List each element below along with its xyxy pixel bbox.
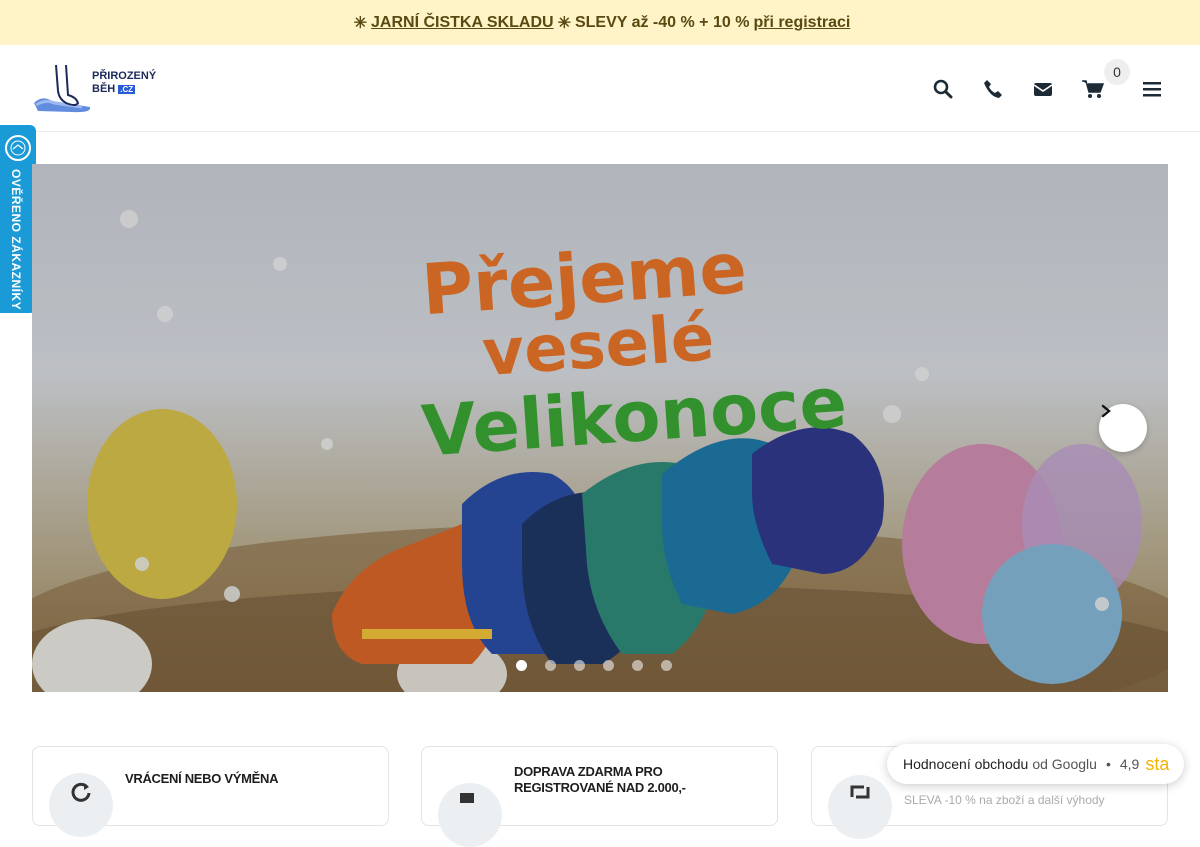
feature-subtitle: SLEVA -10 % na zboží a další výhody [904, 793, 1105, 807]
rating-score: 4,9 [1119, 756, 1140, 772]
rating-stars: sta [1145, 753, 1170, 774]
promo-star: ✳ [353, 14, 368, 32]
rating-label: Hodnocení obchodu [903, 756, 1029, 772]
envelope-icon [1033, 83, 1053, 96]
slider-dot[interactable] [516, 660, 527, 671]
retweet-icon [828, 775, 892, 839]
promo-bar: ✳ JARNÍ ČISTKA SKLADU ✳ SLEVY až -40 % +… [0, 0, 1200, 45]
slider-dot[interactable] [574, 660, 585, 671]
verified-tab-label: OVĚŘENO ZÁKAZNÍKY [9, 169, 23, 311]
logo-text: PŘIROZENÝ BĚH .CZ [92, 70, 156, 96]
slider-next-button[interactable] [1099, 404, 1147, 452]
menu-button[interactable] [1136, 71, 1168, 107]
cart-icon [1082, 80, 1104, 98]
logo-line1: PŘIROZENÝ [92, 70, 157, 82]
foot-logo-icon [34, 64, 91, 113]
refresh-icon [49, 773, 113, 837]
feature-title: VRÁCENÍ NEBO VÝMĚNA [125, 771, 279, 786]
feature-card-returns[interactable]: VRÁCENÍ NEBO VÝMĚNA [32, 746, 389, 837]
google-rating-widget[interactable]: Hodnocení obchodu od Googlu • 4,9 sta [887, 744, 1184, 784]
logo[interactable]: PŘIROZENÝ BĚH .CZ [32, 64, 156, 113]
promo-star: ✳ [557, 14, 571, 32]
cart-button[interactable]: 0 [1068, 59, 1130, 107]
slider-dot[interactable] [661, 660, 672, 671]
logo-cz: .CZ [118, 85, 136, 94]
promo-link-registration[interactable]: při registraci [753, 14, 850, 32]
promo-link-cleanup[interactable]: JARNÍ ČISTKA SKLADU [371, 14, 554, 32]
search-button[interactable] [918, 71, 968, 107]
phone-button[interactable] [968, 71, 1018, 107]
cart-count-badge: 0 [1104, 59, 1130, 85]
logo-line2: BĚH [92, 83, 116, 95]
site-header: PŘIROZENÝ BĚH .CZ 0 [0, 45, 1200, 132]
slider-dots [516, 660, 690, 671]
hero-image: Přejeme veselé Velikonoce [32, 164, 1168, 692]
truck-icon [438, 783, 502, 847]
slider-dot[interactable] [603, 660, 614, 671]
menu-icon [1143, 82, 1161, 97]
rating-separator: • [1105, 756, 1111, 772]
slider-dot[interactable] [545, 660, 556, 671]
chevron-right-icon [1101, 404, 1111, 418]
feature-title: DOPRAVA ZDARMA PRO REGISTROVANÉ NAD 2.00… [514, 764, 686, 795]
promo-text: SLEVY až -40 % + 10 % [574, 13, 750, 31]
feature-card-shipping[interactable]: DOPRAVA ZDARMA PRO REGISTROVANÉ NAD 2.00… [421, 746, 778, 847]
verified-badge-icon [5, 135, 31, 161]
phone-icon [984, 80, 1002, 98]
header-icons: 0 [918, 59, 1168, 107]
search-icon [933, 79, 953, 99]
verified-customers-tab[interactable]: OVĚŘENO ZÁKAZNÍKY [0, 125, 36, 313]
hero-slider: Přejeme veselé Velikonoce [32, 164, 1168, 692]
slider-dot[interactable] [632, 660, 643, 671]
email-button[interactable] [1018, 71, 1068, 107]
rating-source: od Googlu [1032, 756, 1097, 772]
